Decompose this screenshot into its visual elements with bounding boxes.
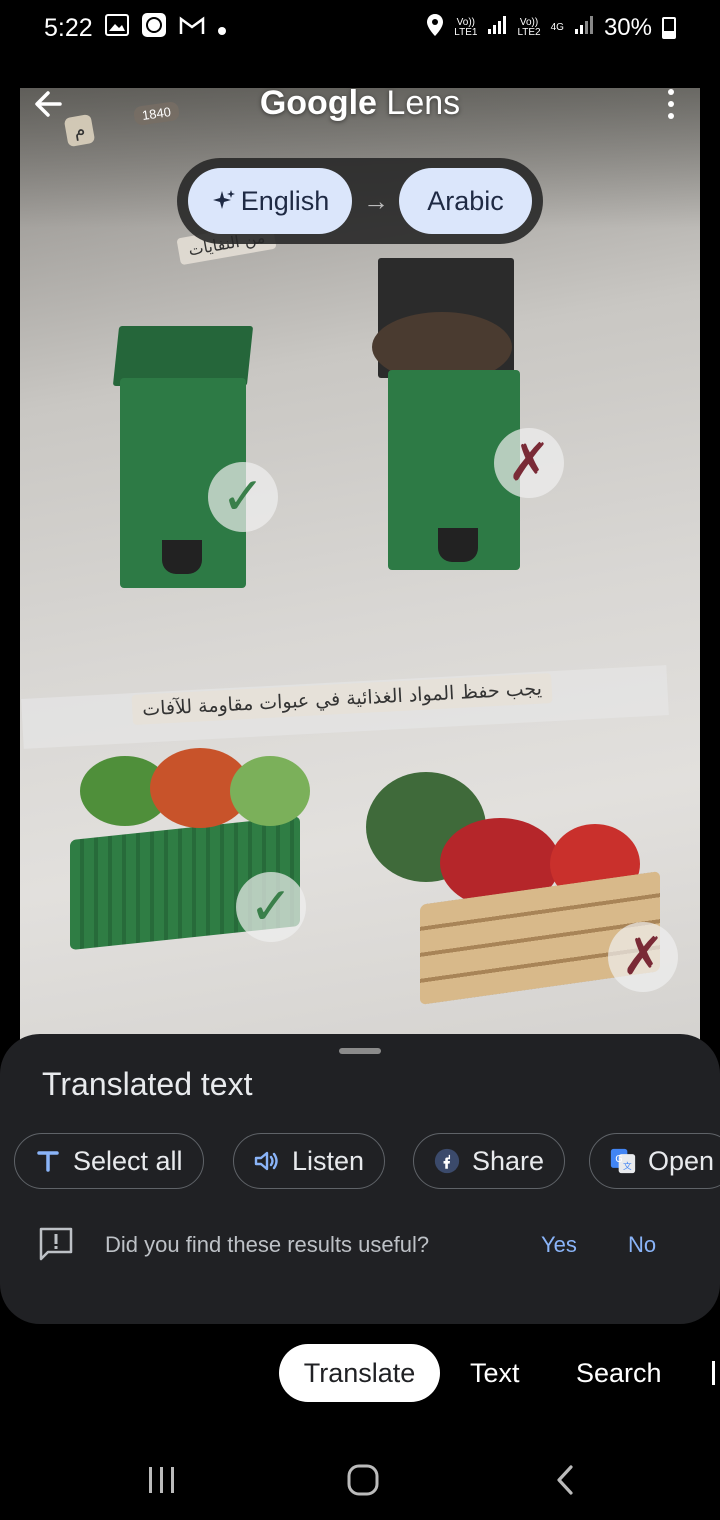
chevron-left-icon [557,1465,573,1495]
listen-chip[interactable]: Listen [233,1133,386,1189]
more-options-button[interactable] [656,86,686,122]
swap-arrow-icon: → [363,186,389,216]
battery-icon [662,17,676,39]
more-dot [668,101,674,107]
feedback-question: Did you find these results useful? [105,1232,430,1257]
google-translate-icon: G文 [610,1148,636,1174]
target-language-button[interactable]: Arabic [399,168,532,234]
cross-icon: ✗ [494,428,564,498]
text-select-icon [35,1148,61,1174]
select-all-chip[interactable]: Select all [14,1133,204,1189]
more-dot [668,113,674,119]
sim2-label: Vo)) LTE2 [517,17,541,38]
bin-foot-right [438,528,478,562]
target-language-label: Arabic [427,185,504,216]
dot-icon [217,14,227,43]
tab-next-partial[interactable] [712,1344,720,1402]
network-type: 4G [550,22,564,33]
sparkle-icon [212,190,235,209]
checkmark-icon-2: ✓ [236,872,306,942]
open-label: Open [648,1145,715,1176]
feedback-icon [38,1226,74,1262]
recents-icon [149,1467,174,1493]
home-button[interactable] [341,1458,385,1502]
bin-foot-left [162,540,202,574]
location-icon [426,13,444,44]
bin-lid-left [112,326,254,386]
status-time: 5:22 [44,13,93,42]
back-nav-button[interactable] [543,1458,587,1502]
status-bar: 5:22 Vo)) LTE1 Vo)) LTE2 4G 30% [0,0,720,56]
gallery-icon [104,13,129,43]
listen-label: Listen [292,1145,365,1176]
mode-tabs: Translate Text Search [0,1344,720,1402]
tab-search[interactable]: Search [576,1344,662,1402]
results-sheet: Translated text Select all Listen Share … [0,1034,720,1324]
share-chip[interactable]: Share [413,1133,566,1189]
svg-text:G: G [615,1154,622,1165]
language-selector: English → Arabic [177,158,543,244]
signal-icon-2 [574,14,594,42]
sim1-label: Vo)) LTE1 [454,17,478,38]
home-icon [347,1464,379,1496]
source-language-label: English [240,185,330,216]
speaker-icon [254,1148,280,1174]
tab-text[interactable]: Text [470,1344,520,1402]
sheet-drag-handle[interactable] [339,1048,381,1054]
brand-lens: Lens [386,84,461,122]
app-title: Google Lens [0,84,720,123]
recent-apps-button[interactable] [140,1458,184,1502]
feedback-no-button[interactable]: No [628,1232,656,1258]
svg-text:文: 文 [623,1160,632,1172]
source-language-button[interactable]: English [188,168,352,234]
open-translate-chip[interactable]: G文 Open [589,1133,720,1189]
system-nav-bar [0,1440,720,1520]
gmail-icon [179,14,205,43]
checkmark-icon: ✓ [208,462,278,532]
more-dot [668,89,674,95]
signal-icon [487,14,507,42]
vegetables-left-3 [230,756,310,826]
tab-translate[interactable]: Translate [279,1344,440,1402]
battery-percent: 30% [603,14,652,41]
app-notification-icon [141,12,167,45]
select-all-label: Select all [73,1145,183,1176]
sheet-title: Translated text [42,1066,253,1102]
share-label: Share [472,1145,545,1176]
cross-icon-2: ✗ [608,922,678,992]
feedback-yes-button[interactable]: Yes [541,1232,577,1258]
share-icon [434,1148,460,1174]
brand-google: Google [259,84,377,122]
